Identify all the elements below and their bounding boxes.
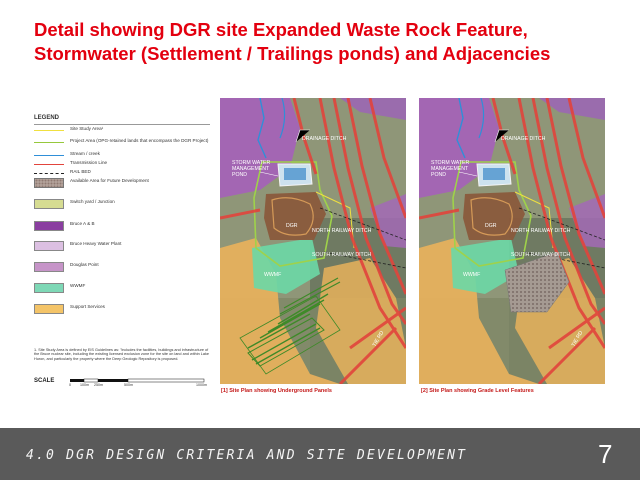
scale-tick: 500m [124,383,133,387]
label-drainage-ditch: DRAINAGE DITCH [501,136,546,142]
slide-title-line-1: Detail showing DGR site Expanded Waste R… [34,19,528,40]
legend-swatch [34,173,64,174]
label-wwmf: WWMF [264,272,282,278]
label-north-railway-ditch: NORTH RAILWAY DITCH [511,228,571,234]
legend-title: LEGEND [34,115,60,121]
legend-swatch [34,178,64,188]
legend-footnote: 1. Site Study Area is defined by EIS Gui… [34,348,209,361]
legend-item-label: Stream / creek [70,151,100,156]
legend-item-label: Transmission Line [70,160,108,165]
scale-bar: 0 100m 250m 500m 1000m [64,377,214,389]
legend-item: Project Area (OPG-retained lands that en… [34,136,210,150]
legend-swatch [34,241,64,251]
legend-item-label: Bruce Heavy Water Plant [70,241,122,246]
label-dgr: DGR [485,223,497,229]
legend-swatch [34,142,64,143]
scale-tick: 1000m [196,383,207,387]
label-wwmf: WWMF [463,272,481,278]
label-pond: POND [232,172,247,178]
legend-item: Bruce Heavy Water Plant [34,239,210,253]
legend-item: Douglas Point [34,260,210,274]
label-drainage-ditch: DRAINAGE DITCH [302,136,347,142]
legend-item-label: Site Study Area¹ [70,126,104,131]
legend-swatch [34,164,64,165]
legend-item-label: Bruce A & B [70,221,95,226]
label-south-railway-ditch: SOUTH RAILWAY DITCH [511,252,571,258]
slide-title-line-2: Stormwater (Settlement / Trailings ponds… [34,43,551,64]
legend-item-label: Douglas Point [70,262,99,267]
legend-swatch [34,199,64,209]
legend-item-label: WWMF [70,283,86,288]
map-legend: LEGEND Site Study Area¹ Project Area (OPG… [34,112,210,388]
legend-item-label: Project Area (OPG-retained lands that en… [70,138,209,143]
map-caption-grade-level: [2] Site Plan showing Grade Level Featur… [421,388,534,394]
legend-item-label: Support Services [70,304,105,309]
legend-item: Switch yard / Junction [34,197,210,211]
label-south-railway-ditch: SOUTH RAILWAY DITCH [312,252,372,258]
legend-item: Support Services [34,302,210,316]
legend-item-label: Available Area for Future Development [70,178,149,183]
legend-item-label: RAIL BED [70,169,91,174]
slide-title: Detail showing DGR site Expanded Waste R… [34,18,594,66]
scale-tick: 250m [94,383,103,387]
legend-item: Bruce A & B [34,219,210,233]
label-dgr: DGR [286,223,298,229]
map-caption-underground: [1] Site Plan showing Underground Panels [221,388,332,394]
legend-item: WWMF [34,281,210,295]
legend-item: Available Area for Future Development [34,176,210,190]
legend-item-label: Switch yard / Junction [70,199,115,204]
legend-swatch [34,130,64,131]
legend-swatch [34,221,64,231]
legend-swatch [34,304,64,314]
label-north-railway-ditch: NORTH RAILWAY DITCH [312,228,372,234]
section-title: 4.0 DGR DESIGN CRITERIA AND SITE DEVELOP… [26,448,468,463]
footer-bar: 4.0 DGR DESIGN CRITERIA AND SITE DEVELOP… [0,428,640,480]
legend-swatch [34,155,64,156]
legend-swatch [34,283,64,293]
scale-tick: 100m [80,383,89,387]
page-number: 7 [598,439,613,469]
legend-swatch [34,262,64,272]
label-pond: POND [431,172,446,178]
site-plan-map-grade-level: DRAINAGE DITCH STORM WATER MANAGEMENT PO… [419,98,605,384]
site-plan-map-underground: DRAINAGE DITCH STORM WATER MANAGEMENT PO… [220,98,406,384]
scale-label: SCALE [34,378,55,384]
scale-tick: 0 [69,383,71,387]
